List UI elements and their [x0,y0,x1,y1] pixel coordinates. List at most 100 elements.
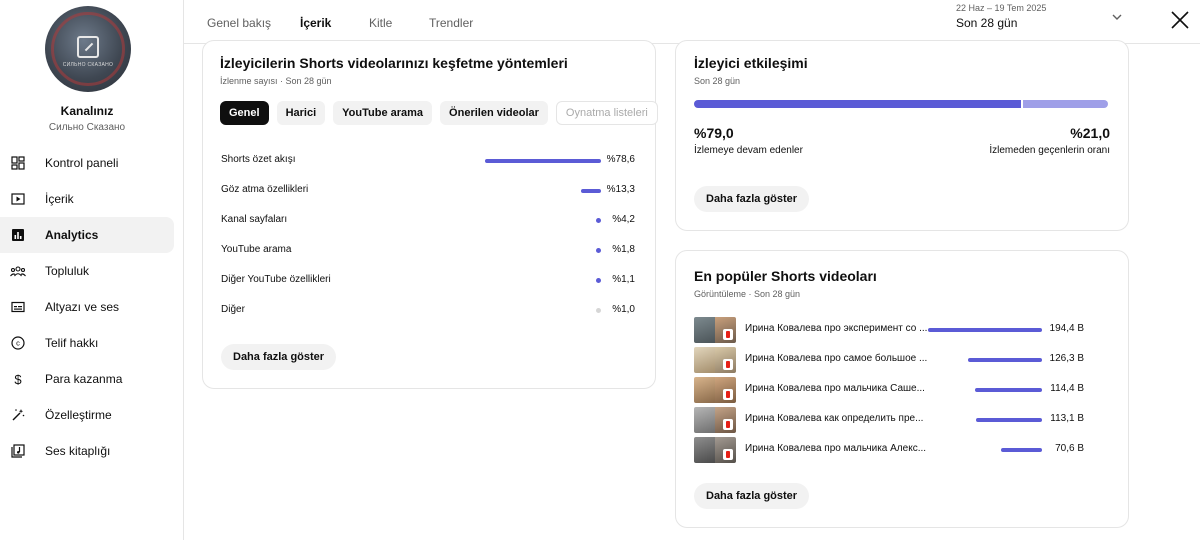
video-title[interactable]: Ирина Ковалева про мальчика Саше... [745,383,925,394]
svg-text:c: c [16,339,20,348]
video-views-bar [928,328,1042,332]
source-value: %1,1 [612,274,635,285]
source-row: Kanal sayfaları %4,2 [221,211,635,231]
source-name: Diğer YouTube özellikleri [221,274,331,285]
analytics-icon [10,227,26,243]
sidebar-item-label: Topluluk [45,264,90,278]
dollar-icon: $ [10,371,26,387]
tab-content[interactable]: İçerik [300,0,332,44]
video-row[interactable]: Ирина Ковалева про эксперимент со ... 19… [694,317,1108,343]
source-bar [596,218,601,223]
show-more-button[interactable]: Daha fazla göster [694,483,810,509]
dashboard-icon [10,155,26,171]
source-bar [596,278,601,283]
video-title[interactable]: Ирина Ковалева как определить пре... [745,413,923,424]
discovery-card: İzleyicilerin Shorts videolarınızı keşfe… [202,40,658,389]
source-row: Diğer YouTube özellikleri %1,1 [221,271,635,291]
chip-overall[interactable]: Genel [220,101,269,125]
source-name: Kanal sayfaları [221,214,288,225]
video-row[interactable]: Ирина Ковалева про самое большое ... 126… [694,347,1108,373]
video-views: 194,4 B [1049,323,1084,334]
continued-label: İzlemeye devam edenler [694,145,803,156]
chip-playlists: Oynatma listeleri [555,101,658,125]
source-value: %1,8 [612,244,635,255]
video-views: 126,3 B [1049,353,1084,364]
channel-avatar[interactable]: СИЛЬНО СКАЗАНО [45,6,131,92]
sidebar-item-monetization[interactable]: $ Para kazanma [0,361,174,397]
video-thumbnail[interactable] [694,377,736,403]
video-row[interactable]: Ирина Ковалева про мальчика Саше... 114,… [694,377,1108,403]
chevron-down-icon[interactable] [1110,10,1124,24]
video-thumbnail[interactable] [694,437,736,463]
shorts-icon [723,419,733,430]
sidebar-item-copyright[interactable]: c Telif hakkı [0,325,174,361]
video-row[interactable]: Ирина Ковалева как определить пре... 113… [694,407,1108,433]
sidebar-item-label: Ses kitaplığı [45,444,111,458]
close-icon[interactable] [1168,8,1192,32]
chip-youtube-search[interactable]: YouTube arama [333,101,433,125]
video-thumbnail[interactable] [694,317,736,343]
sidebar-item-subtitles[interactable]: Altyazı ve ses [0,289,174,325]
magic-wand-icon [10,407,26,423]
source-value: %1,0 [612,304,635,315]
sidebar-item-customization[interactable]: Özelleştirme [0,397,174,433]
sidebar-item-dashboard[interactable]: Kontrol paneli [0,145,174,181]
source-bar [485,159,601,163]
source-row: Shorts özet akışı %78,6 [221,151,635,171]
video-views: 114,4 B [1050,383,1084,394]
tab-trends[interactable]: Trendler [429,0,473,44]
subtitles-icon [10,299,26,315]
shorts-icon [723,389,733,400]
sidebar-item-label: Kontrol paneli [45,156,119,170]
continued-percent: %79,0 [694,125,734,141]
tab-audience[interactable]: Kitle [369,0,392,44]
source-row: Diğer %1,0 [221,301,635,321]
continued-watching-segment [694,100,1021,108]
show-more-button[interactable]: Daha fazla göster [694,186,810,212]
sidebar: СИЛЬНО СКАЗАНО Kanalınız Сильно Сказано … [0,0,184,540]
sidebar-item-audio-library[interactable]: Ses kitaplığı [0,433,174,469]
source-name: Göz atma özellikleri [221,184,309,195]
sidebar-item-content[interactable]: İçerik [0,181,174,217]
source-bar [581,189,601,193]
avatar-logo-text: СИЛЬНО СКАЗАНО [62,62,114,68]
tab-overview[interactable]: Genel bakış [207,0,271,44]
sidebar-item-label: Telif hakkı [45,336,99,350]
video-thumbnail[interactable] [694,407,736,433]
card-title: İzleyicilerin Shorts videolarınızı keşfe… [220,55,568,71]
source-bar [596,308,601,313]
shorts-icon [723,359,733,370]
chip-suggested-videos[interactable]: Önerilen videolar [440,101,548,125]
channel-handle: Сильно Сказано [48,122,126,133]
shorts-icon [723,329,733,340]
sidebar-item-label: Altyazı ve ses [45,300,120,314]
edit-icon[interactable] [77,36,99,58]
show-more-button[interactable]: Daha fazla göster [221,344,337,370]
video-row[interactable]: Ирина Ковалева про мальчика Алекс... 70,… [694,437,1108,463]
video-title[interactable]: Ирина Ковалева про мальчика Алекс... [745,443,926,454]
sidebar-item-label: İçerik [45,192,74,206]
sidebar-item-label: Analytics [45,228,99,242]
swiped-label: İzlemeden geçenlerin oranı [989,145,1110,156]
video-thumbnail[interactable] [694,347,736,373]
date-range[interactable]: 22 Haz – 19 Tem 2025 [956,3,1046,13]
shorts-icon [723,449,733,460]
video-title[interactable]: Ирина Ковалева про эксперимент со ... [745,323,927,334]
source-name: YouTube arama [221,244,292,255]
engagement-card: İzleyici etkileşimi Son 28 gün %79,0 İzl… [675,40,1129,231]
sidebar-item-label: Özelleştirme [45,408,112,422]
card-subtitle: Görüntüleme · Son 28 gün [694,289,801,299]
analytics-page: СИЛЬНО СКАЗАНО Kanalınız Сильно Сказано … [0,0,1200,540]
video-views: 70,6 B [1055,443,1084,454]
swiped-percent: %21,0 [1070,125,1110,141]
chip-external[interactable]: Harici [276,101,326,125]
sidebar-item-analytics[interactable]: Analytics [0,217,174,253]
sidebar-item-label: Para kazanma [45,372,123,386]
sidebar-item-community[interactable]: Topluluk [0,253,174,289]
video-views-bar [1000,448,1042,452]
period-selector[interactable]: Son 28 gün [956,16,1017,30]
source-bar [596,248,601,253]
source-value: %13,3 [606,184,635,195]
video-title[interactable]: Ирина Ковалева про самое большое ... [745,353,927,364]
card-title: İzleyici etkileşimi [694,55,808,71]
